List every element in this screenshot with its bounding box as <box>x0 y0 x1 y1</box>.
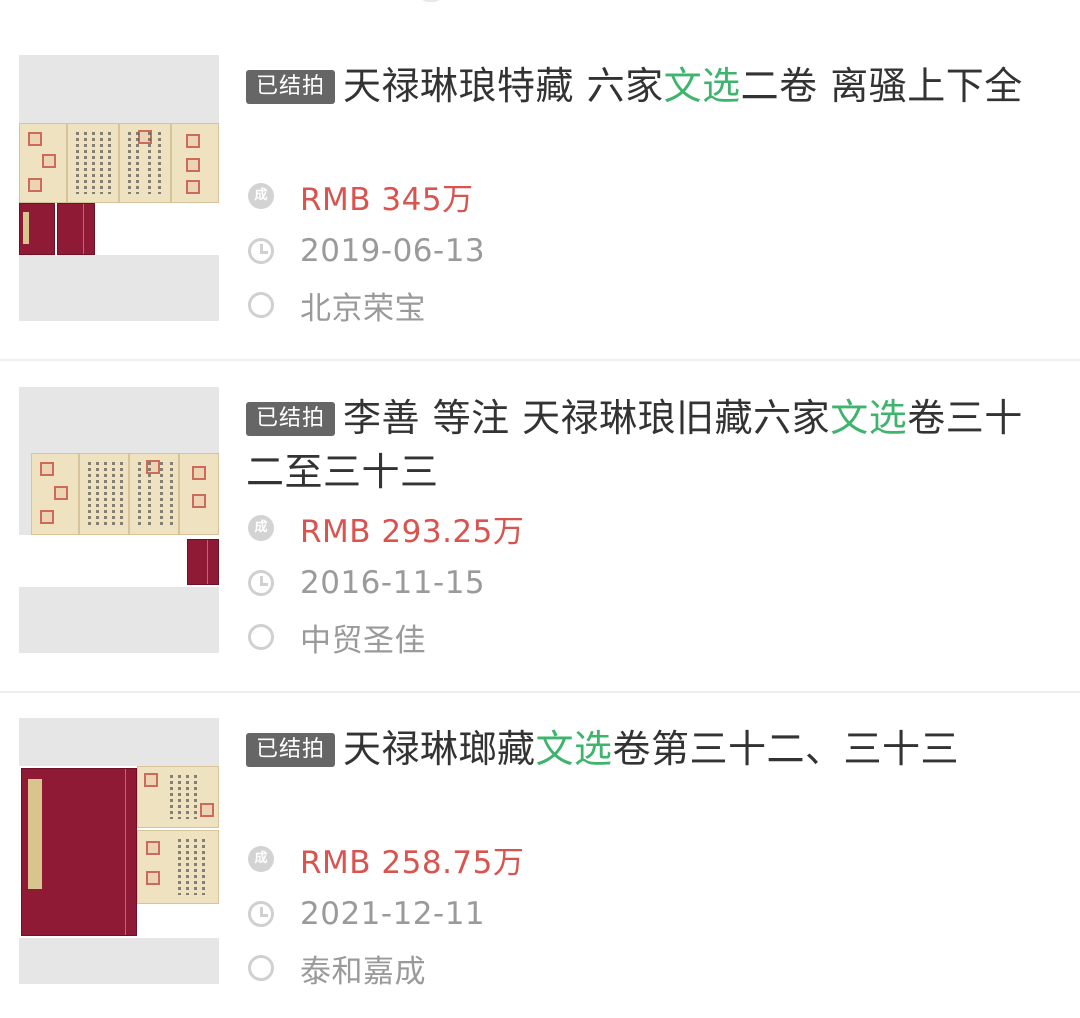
auction-house: 北京荣宝 <box>300 290 426 327</box>
deal-price: RMB 345万 <box>300 181 474 218</box>
status-badge: 已结拍 <box>246 70 336 104</box>
item-thumbnail[interactable] <box>19 387 219 653</box>
title-text: 天禄琳瑯藏 <box>343 727 536 771</box>
deal-price: RMB 293.25万 <box>300 513 525 550</box>
location-icon <box>248 955 274 981</box>
deal-icon: 成 <box>248 846 274 872</box>
title-text-rest: 卷第三十二、三十三 <box>612 727 960 771</box>
deal-icon: 成 <box>248 515 274 541</box>
price-row: 成 RMB 345万 <box>246 176 1026 218</box>
date-row: 2021-12-11 <box>246 894 1026 934</box>
item-title[interactable]: 已结拍 天禄琳琅特藏 六家文选二卷 离骚上下全 <box>246 59 1036 113</box>
divider <box>0 359 1080 361</box>
auction-date: 2021-12-11 <box>300 896 486 932</box>
clock-icon <box>248 901 274 927</box>
status-badge: 已结拍 <box>246 402 336 436</box>
item-title[interactable]: 已结拍 李善 等注 天禄琳琅旧藏六家文选卷三十二至三十三 <box>246 391 1036 499</box>
auction-date: 2019-06-13 <box>300 233 486 269</box>
title-text-rest: 二卷 离骚上下全 <box>740 64 1023 108</box>
price-row: 成 RMB 293.25万 <box>246 508 1026 550</box>
clock-icon <box>248 238 274 264</box>
status-badge: 已结拍 <box>246 733 336 767</box>
auction-house: 泰和嘉成 <box>300 953 426 990</box>
title-keyword-highlight: 文选 <box>535 727 613 771</box>
auction-house-row: 北京荣宝 <box>246 285 1026 327</box>
list-item[interactable]: 已结拍 天禄琳琅特藏 六家文选二卷 离骚上下全 成 RMB 345万 2019-0… <box>0 55 1080 355</box>
item-thumbnail[interactable] <box>19 55 219 321</box>
location-icon <box>248 624 274 650</box>
title-keyword-highlight: 文选 <box>663 64 741 108</box>
location-icon <box>248 292 274 318</box>
deal-icon: 成 <box>248 183 274 209</box>
date-row: 2016-11-15 <box>246 563 1026 603</box>
title-text: 天禄琳琅特藏 六家 <box>343 64 664 108</box>
item-title[interactable]: 已结拍 天禄琳瑯藏文选卷第三十二、三十三 <box>246 722 1036 776</box>
pull-indicator <box>420 0 442 2</box>
title-text: 李善 等注 天禄琳琅旧藏六家 <box>343 396 831 440</box>
auction-house-row: 中贸圣佳 <box>246 617 1026 659</box>
clock-icon <box>248 570 274 596</box>
title-keyword-highlight: 文选 <box>830 396 908 440</box>
price-row: 成 RMB 258.75万 <box>246 839 1026 881</box>
auction-date: 2016-11-15 <box>300 565 486 601</box>
date-row: 2019-06-13 <box>246 231 1026 271</box>
auction-house-row: 泰和嘉成 <box>246 948 1026 990</box>
divider <box>0 691 1080 693</box>
deal-price: RMB 258.75万 <box>300 844 525 881</box>
item-thumbnail[interactable] <box>19 718 219 984</box>
list-item[interactable]: 已结拍 李善 等注 天禄琳琅旧藏六家文选卷三十二至三十三 成 RMB 293.25… <box>0 387 1080 687</box>
auction-house: 中贸圣佳 <box>300 622 426 659</box>
list-item[interactable]: 已结拍 天禄琳瑯藏文选卷第三十二、三十三 成 RMB 258.75万 2021-1… <box>0 718 1080 1018</box>
